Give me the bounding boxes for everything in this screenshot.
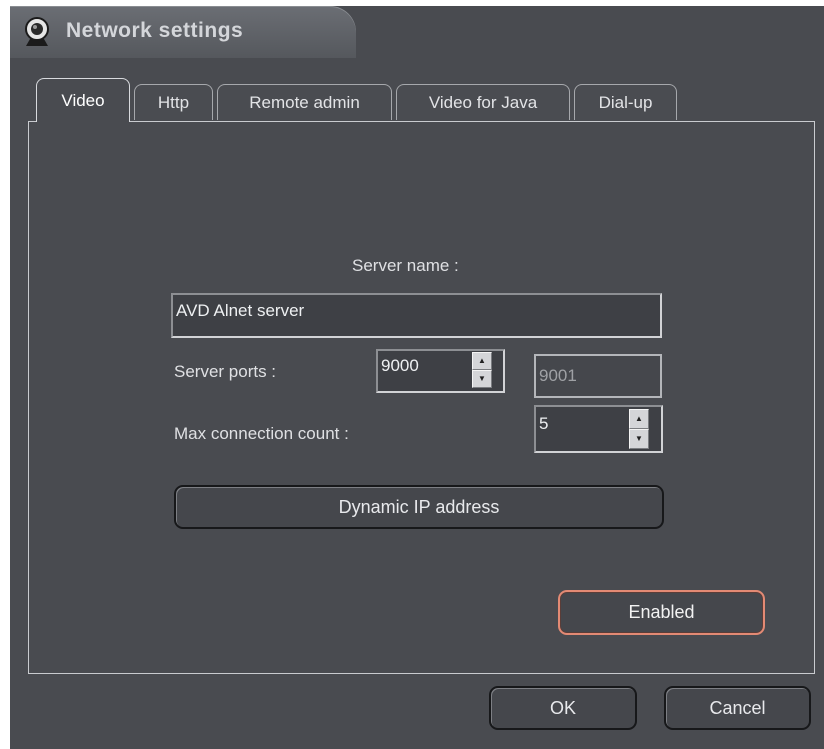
server-name-input[interactable]: AVD Alnet server [171,293,662,338]
title-bar: Network settings [10,6,356,58]
server-name-label: Server name : [352,256,459,275]
spin-up-icon[interactable]: ▲ [472,352,492,370]
max-connection-spinner[interactable]: ▲ ▼ [629,409,649,449]
dynamic-ip-button[interactable]: Dynamic IP address [174,485,664,529]
cancel-button[interactable]: Cancel [664,686,811,730]
tab-video[interactable]: Video [36,78,130,122]
tab-http[interactable]: Http [134,84,213,120]
tab-dial-up[interactable]: Dial-up [574,84,677,120]
webcam-icon [25,17,49,46]
window-title: Network settings [66,19,244,42]
max-connection-value: 5 [539,414,549,433]
server-port-spinner[interactable]: ▲ ▼ [472,352,492,388]
server-port-secondary-input: 9001 [534,354,662,398]
server-ports-label: Server ports : [174,362,277,381]
spin-down-icon[interactable]: ▼ [629,429,649,449]
spin-up-icon[interactable]: ▲ [629,409,649,429]
enabled-button[interactable]: Enabled [558,590,765,635]
ok-button[interactable]: OK [489,686,637,730]
max-connection-label: Max connection count : [174,424,349,443]
tab-remote-admin[interactable]: Remote admin [217,84,392,120]
spin-down-icon[interactable]: ▼ [472,370,492,388]
network-settings-window: Network settings Video Http Remote admin… [10,6,824,749]
tab-video-for-java[interactable]: Video for Java [396,84,570,120]
server-port-value: 9000 [381,356,419,375]
